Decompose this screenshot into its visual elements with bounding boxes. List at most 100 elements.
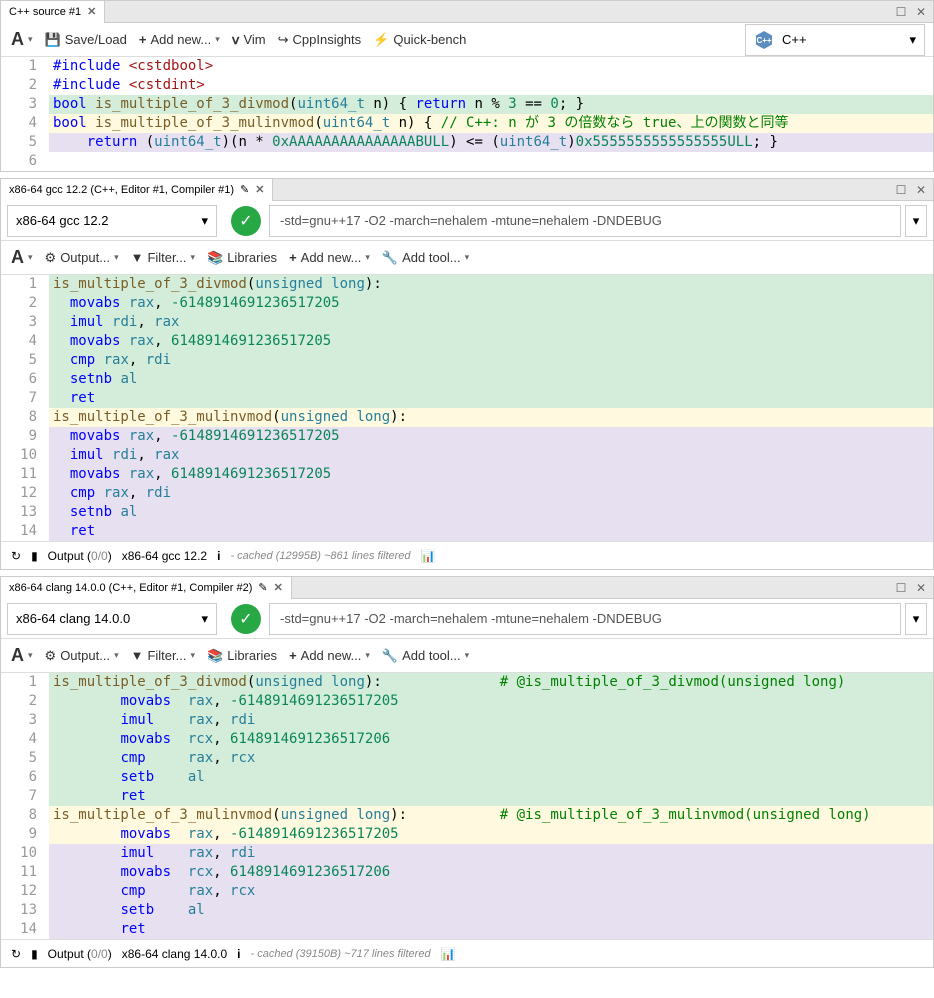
chart-icon[interactable]: 📊: [441, 947, 456, 961]
source-editor[interactable]: 1#include <cstdbool>2#include <cstdint>3…: [1, 57, 933, 171]
code-line[interactable]: 3 imul rax, rdi: [1, 711, 933, 730]
code-line[interactable]: 2 movabs rax, -6148914691236517205: [1, 294, 933, 313]
output-button[interactable]: ⚙Output...▾: [45, 648, 119, 664]
code-content[interactable]: cmp rax, rdi: [49, 351, 933, 370]
code-line[interactable]: 11 movabs rcx, 6148914691236517206: [1, 863, 933, 882]
code-line[interactable]: 13 setb al: [1, 901, 933, 920]
code-content[interactable]: imul rax, rdi: [49, 711, 933, 730]
output-label[interactable]: Output (0/0): [48, 549, 112, 563]
code-line[interactable]: 4 movabs rax, 6148914691236517205: [1, 332, 933, 351]
filter-button[interactable]: ▼Filter...▾: [131, 250, 195, 265]
maximize-icon[interactable]: ☐: [893, 182, 909, 198]
compiler-options-input[interactable]: -std=gnu++17 -O2 -march=nehalem -mtune=n…: [269, 603, 901, 635]
close-icon[interactable]: ✕: [913, 580, 929, 596]
code-content[interactable]: movabs rcx, 6148914691236517206: [49, 730, 933, 749]
code-line[interactable]: 5 return (uint64_t)(n * 0xAAAAAAAAAAAAAA…: [1, 133, 933, 152]
close-icon[interactable]: ✕: [913, 4, 929, 20]
code-line[interactable]: 14 ret: [1, 522, 933, 541]
add-new-button[interactable]: +Add new...▾: [139, 32, 220, 47]
compiler-select[interactable]: x86-64 clang 14.0.0 ▾: [7, 603, 217, 635]
code-content[interactable]: is_multiple_of_3_divmod(unsigned long): …: [49, 673, 933, 692]
code-content[interactable]: movabs rax, -6148914691236517205: [49, 427, 933, 446]
code-line[interactable]: 6 setnb al: [1, 370, 933, 389]
code-content[interactable]: movabs rax, 6148914691236517205: [49, 465, 933, 484]
code-content[interactable]: setb al: [49, 768, 933, 787]
source-tab[interactable]: C++ source #1 ✕: [1, 1, 105, 23]
gcc-output[interactable]: 1is_multiple_of_3_divmod(unsigned long):…: [1, 275, 933, 541]
code-content[interactable]: setnb al: [49, 503, 933, 522]
close-icon[interactable]: ✕: [87, 5, 96, 18]
edit-icon[interactable]: ✎: [240, 183, 249, 196]
code-line[interactable]: 11 movabs rax, 6148914691236517205: [1, 465, 933, 484]
close-icon[interactable]: ✕: [255, 183, 264, 196]
code-line[interactable]: 6 setb al: [1, 768, 933, 787]
code-content[interactable]: cmp rax, rdi: [49, 484, 933, 503]
filter-button[interactable]: ▼Filter...▾: [131, 648, 195, 663]
info-icon[interactable]: i: [237, 947, 240, 961]
code-line[interactable]: 3bool is_multiple_of_3_divmod(uint64_t n…: [1, 95, 933, 114]
code-line[interactable]: 4 movabs rcx, 6148914691236517206: [1, 730, 933, 749]
output-icon[interactable]: ▮: [31, 549, 38, 563]
close-icon[interactable]: ✕: [913, 182, 929, 198]
language-select[interactable]: C++ C++ ▾: [745, 24, 925, 56]
cppinsights-button[interactable]: ↪CppInsights: [278, 32, 362, 48]
code-content[interactable]: [49, 152, 933, 171]
code-content[interactable]: ret: [49, 920, 933, 939]
code-line[interactable]: 2#include <cstdint>: [1, 76, 933, 95]
info-icon[interactable]: i: [217, 549, 220, 563]
code-line[interactable]: 5 cmp rax, rcx: [1, 749, 933, 768]
code-line[interactable]: 5 cmp rax, rdi: [1, 351, 933, 370]
code-content[interactable]: ret: [49, 787, 933, 806]
code-content[interactable]: is_multiple_of_3_mulinvmod(unsigned long…: [49, 408, 933, 427]
close-icon[interactable]: ✕: [274, 581, 283, 594]
code-content[interactable]: #include <cstdbool>: [49, 57, 933, 76]
code-content[interactable]: is_multiple_of_3_divmod(unsigned long):: [49, 275, 933, 294]
code-line[interactable]: 1#include <cstdbool>: [1, 57, 933, 76]
code-content[interactable]: cmp rax, rcx: [49, 749, 933, 768]
code-content[interactable]: setnb al: [49, 370, 933, 389]
edit-icon[interactable]: ✎: [258, 581, 267, 594]
clang-tab[interactable]: x86-64 clang 14.0.0 (C++, Editor #1, Com…: [1, 577, 292, 599]
code-line[interactable]: 4bool is_multiple_of_3_mulinvmod(uint64_…: [1, 114, 933, 133]
vim-button[interactable]: ⅴVim: [232, 32, 266, 48]
quickbench-button[interactable]: ⚡Quick-bench: [373, 32, 466, 48]
code-content[interactable]: imul rdi, rax: [49, 313, 933, 332]
code-line[interactable]: 9 movabs rax, -6148914691236517205: [1, 825, 933, 844]
code-content[interactable]: imul rax, rdi: [49, 844, 933, 863]
compiler-options-input[interactable]: -std=gnu++17 -O2 -march=nehalem -mtune=n…: [269, 205, 901, 237]
add-new-button[interactable]: +Add new...▾: [289, 250, 370, 265]
maximize-icon[interactable]: ☐: [893, 580, 909, 596]
font-button[interactable]: A▾: [11, 29, 33, 50]
code-content[interactable]: imul rdi, rax: [49, 446, 933, 465]
code-line[interactable]: 3 imul rdi, rax: [1, 313, 933, 332]
code-content[interactable]: bool is_multiple_of_3_mulinvmod(uint64_t…: [49, 114, 933, 133]
code-line[interactable]: 7 ret: [1, 787, 933, 806]
code-content[interactable]: movabs rax, 6148914691236517205: [49, 332, 933, 351]
code-content[interactable]: movabs rax, -6148914691236517205: [49, 692, 933, 711]
code-line[interactable]: 10 imul rax, rdi: [1, 844, 933, 863]
code-content[interactable]: is_multiple_of_3_mulinvmod(unsigned long…: [49, 806, 933, 825]
output-button[interactable]: ⚙Output...▾: [45, 250, 119, 266]
code-line[interactable]: 12 cmp rax, rdi: [1, 484, 933, 503]
libraries-button[interactable]: 📚Libraries: [207, 250, 277, 266]
code-content[interactable]: cmp rax, rcx: [49, 882, 933, 901]
code-content[interactable]: return (uint64_t)(n * 0xAAAAAAAAAAAAAAAB…: [49, 133, 933, 152]
code-line[interactable]: 1is_multiple_of_3_divmod(unsigned long):…: [1, 673, 933, 692]
clang-output[interactable]: 1is_multiple_of_3_divmod(unsigned long):…: [1, 673, 933, 939]
code-line[interactable]: 8is_multiple_of_3_mulinvmod(unsigned lon…: [1, 806, 933, 825]
code-line[interactable]: 9 movabs rax, -6148914691236517205: [1, 427, 933, 446]
code-line[interactable]: 13 setnb al: [1, 503, 933, 522]
code-line[interactable]: 2 movabs rax, -6148914691236517205: [1, 692, 933, 711]
code-content[interactable]: movabs rax, -6148914691236517205: [49, 294, 933, 313]
gcc-tab[interactable]: x86-64 gcc 12.2 (C++, Editor #1, Compile…: [1, 179, 273, 201]
code-line[interactable]: 6: [1, 152, 933, 171]
code-line[interactable]: 14 ret: [1, 920, 933, 939]
compiler-select[interactable]: x86-64 gcc 12.2 ▾: [7, 205, 217, 237]
font-button[interactable]: A▾: [11, 645, 33, 666]
save-button[interactable]: 💾Save/Load: [45, 32, 127, 48]
code-content[interactable]: ret: [49, 389, 933, 408]
code-content[interactable]: movabs rax, -6148914691236517205: [49, 825, 933, 844]
output-label[interactable]: Output (0/0): [48, 947, 112, 961]
code-content[interactable]: bool is_multiple_of_3_divmod(uint64_t n)…: [49, 95, 933, 114]
output-icon[interactable]: ▮: [31, 947, 38, 961]
